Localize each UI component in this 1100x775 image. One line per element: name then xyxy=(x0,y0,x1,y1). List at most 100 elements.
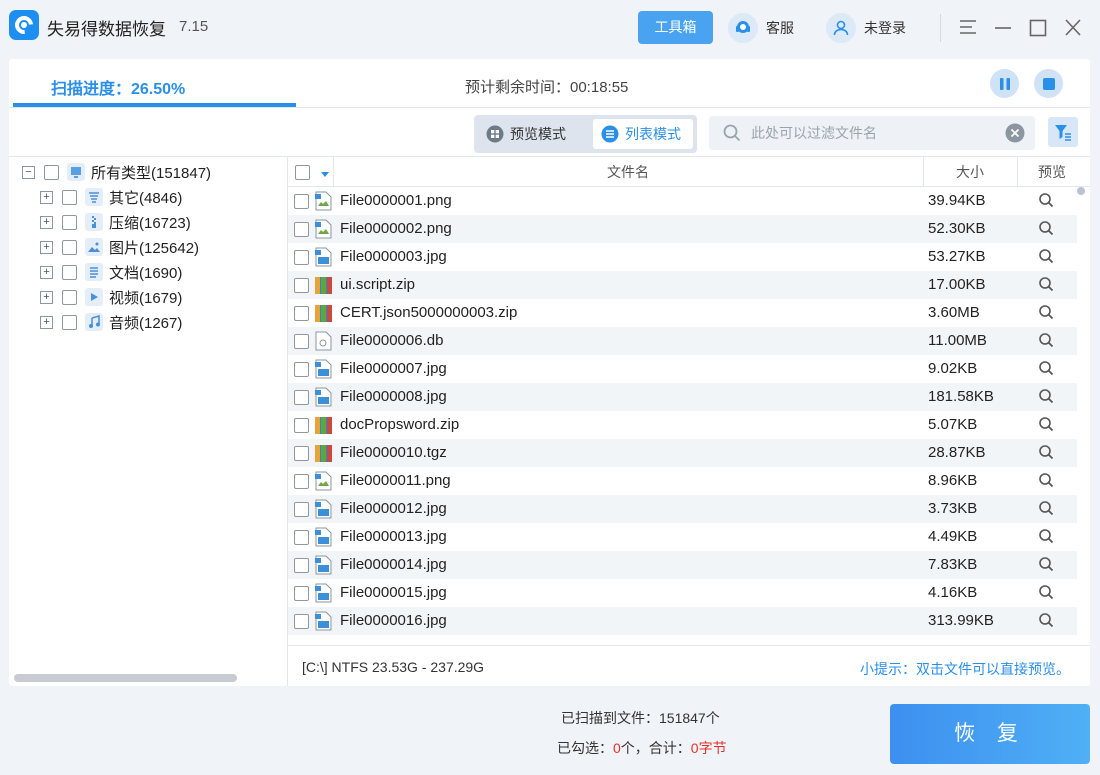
file-size: 7.83KB xyxy=(928,556,978,573)
file-jpg-icon xyxy=(314,499,333,519)
collapse-icon[interactable]: − xyxy=(22,165,35,179)
tree-item-video[interactable]: + 视频(1679) xyxy=(40,287,182,307)
pause-button[interactable] xyxy=(990,69,1019,98)
table-row[interactable]: File0000003.jpg 53.27KB xyxy=(288,243,1077,271)
row-checkbox[interactable] xyxy=(294,334,309,349)
row-checkbox[interactable] xyxy=(294,530,309,545)
row-checkbox[interactable] xyxy=(294,222,309,237)
row-checkbox[interactable] xyxy=(294,306,309,321)
scan-progress-bar xyxy=(13,103,297,107)
table-row[interactable]: File0000013.jpg 4.49KB xyxy=(288,523,1077,551)
filter-search-input[interactable] xyxy=(751,116,1001,150)
table-row[interactable]: File0000012.jpg 3.73KB xyxy=(288,495,1077,523)
tree-root-all-types[interactable]: − 所有类型(151847) xyxy=(22,162,211,182)
preview-magnifier-icon[interactable] xyxy=(1038,360,1054,380)
preview-magnifier-icon[interactable] xyxy=(1038,472,1054,492)
tree-item-label: 文档(1690) xyxy=(109,264,183,282)
row-checkbox[interactable] xyxy=(294,390,309,405)
recover-button[interactable]: 恢 复 xyxy=(890,704,1090,764)
video-icon xyxy=(85,288,103,306)
minimize-icon[interactable] xyxy=(993,16,1013,38)
file-name: File0000001.png xyxy=(340,192,452,209)
toolbox-button[interactable]: 工具箱 xyxy=(638,11,713,44)
preview-magnifier-icon[interactable] xyxy=(1038,556,1054,576)
table-row[interactable]: File0000010.tgz 28.87KB xyxy=(288,439,1077,467)
tree-checkbox[interactable] xyxy=(62,314,77,330)
tree-item-zip[interactable]: + 压缩(16723) xyxy=(40,212,191,232)
preview-magnifier-icon[interactable] xyxy=(1038,416,1054,436)
table-row[interactable]: File0000001.png 39.94KB xyxy=(288,187,1077,215)
row-checkbox[interactable] xyxy=(294,558,309,573)
list-mode-button[interactable]: 列表模式 xyxy=(593,119,693,149)
table-row[interactable]: File0000014.jpg 7.83KB xyxy=(288,551,1077,579)
expand-icon[interactable]: + xyxy=(40,190,53,204)
all-types-icon xyxy=(67,163,85,181)
table-row[interactable]: File0000007.jpg 9.02KB xyxy=(288,355,1077,383)
row-checkbox[interactable] xyxy=(294,586,309,601)
tree-checkbox[interactable] xyxy=(62,214,77,230)
row-checkbox[interactable] xyxy=(294,278,309,293)
preview-magnifier-icon[interactable] xyxy=(1038,220,1054,240)
advanced-filter-button[interactable] xyxy=(1048,117,1078,147)
maximize-icon[interactable] xyxy=(1028,16,1048,38)
column-header-name[interactable]: 文件名 xyxy=(333,157,923,187)
disk-info: [C:\] NTFS 23.53G - 237.29G xyxy=(302,659,485,675)
table-row[interactable]: File0000006.db 11.00MB xyxy=(288,327,1077,355)
row-checkbox[interactable] xyxy=(294,250,309,265)
select-all-checkbox[interactable] xyxy=(295,165,310,180)
preview-magnifier-icon[interactable] xyxy=(1038,584,1054,604)
preview-magnifier-icon[interactable] xyxy=(1038,528,1054,548)
clear-search-icon[interactable] xyxy=(1005,123,1025,146)
row-checkbox[interactable] xyxy=(294,614,309,629)
expand-icon[interactable]: + xyxy=(40,290,53,304)
row-checkbox[interactable] xyxy=(294,362,309,377)
tree-checkbox[interactable] xyxy=(62,289,77,305)
menu-icon[interactable] xyxy=(958,16,978,38)
preview-magnifier-icon[interactable] xyxy=(1038,444,1054,464)
expand-icon[interactable]: + xyxy=(40,240,53,254)
preview-magnifier-icon[interactable] xyxy=(1038,612,1054,632)
tree-item-audio[interactable]: + 音频(1267) xyxy=(40,312,182,332)
filter-icon xyxy=(1055,125,1071,141)
close-icon[interactable] xyxy=(1063,16,1083,38)
tree-item-document[interactable]: + 文档(1690) xyxy=(40,262,182,282)
table-row[interactable]: File0000008.jpg 181.58KB xyxy=(288,383,1077,411)
tree-horizontal-scrollbar[interactable] xyxy=(14,674,237,682)
table-row[interactable]: ui.script.zip 17.00KB xyxy=(288,271,1077,299)
expand-icon[interactable]: + xyxy=(40,315,53,329)
tree-item-other[interactable]: + 其它(4846) xyxy=(40,187,182,207)
expand-icon[interactable]: + xyxy=(40,215,53,229)
table-row[interactable]: CERT.json5000000003.zip 3.60MB xyxy=(288,299,1077,327)
row-checkbox[interactable] xyxy=(294,194,309,209)
column-header-size[interactable]: 大小 xyxy=(923,157,1017,187)
tree-checkbox[interactable] xyxy=(44,164,59,180)
table-row[interactable]: File0000015.jpg 4.16KB xyxy=(288,579,1077,607)
tree-checkbox[interactable] xyxy=(62,189,77,205)
login-button[interactable]: 未登录 xyxy=(826,13,906,43)
select-dropdown-icon[interactable] xyxy=(320,166,330,182)
preview-magnifier-icon[interactable] xyxy=(1038,332,1054,352)
expand-icon[interactable]: + xyxy=(40,265,53,279)
customer-service-button[interactable]: 客服 xyxy=(728,13,794,43)
vertical-scrollbar-thumb[interactable] xyxy=(1077,187,1085,195)
preview-magnifier-icon[interactable] xyxy=(1038,248,1054,268)
tree-item-image[interactable]: + 图片(125642) xyxy=(40,237,199,257)
tree-checkbox[interactable] xyxy=(62,264,77,280)
table-row[interactable]: File0000016.jpg 313.99KB xyxy=(288,607,1077,635)
table-row[interactable]: File0000011.png 8.96KB xyxy=(288,467,1077,495)
row-checkbox[interactable] xyxy=(294,474,309,489)
table-row[interactable]: docPropsword.zip 5.07KB xyxy=(288,411,1077,439)
tree-checkbox[interactable] xyxy=(62,239,77,255)
row-checkbox[interactable] xyxy=(294,446,309,461)
table-row[interactable]: File0000002.png 52.30KB xyxy=(288,215,1077,243)
stop-button[interactable] xyxy=(1034,69,1063,98)
preview-magnifier-icon[interactable] xyxy=(1038,304,1054,324)
preview-magnifier-icon[interactable] xyxy=(1038,500,1054,520)
preview-magnifier-icon[interactable] xyxy=(1038,388,1054,408)
file-size: 3.73KB xyxy=(928,500,978,517)
row-checkbox[interactable] xyxy=(294,418,309,433)
preview-mode-button[interactable]: 预览模式 xyxy=(478,119,588,149)
preview-magnifier-icon[interactable] xyxy=(1038,276,1054,296)
row-checkbox[interactable] xyxy=(294,502,309,517)
preview-magnifier-icon[interactable] xyxy=(1038,192,1054,212)
